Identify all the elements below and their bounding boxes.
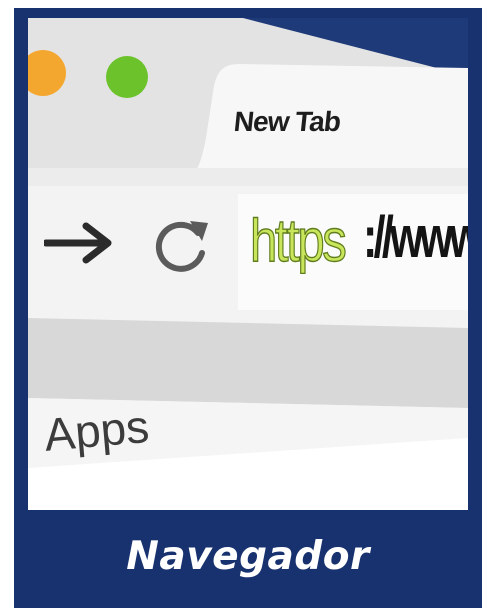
apps-bookmark[interactable]: Apps <box>42 399 151 462</box>
url-scheme: https <box>249 206 347 274</box>
caption-title: Navegador <box>126 534 370 579</box>
tab-strip <box>28 18 468 168</box>
reload-icon[interactable] <box>150 213 214 277</box>
tab-title[interactable]: New Tab <box>232 106 341 138</box>
maximize-window-dot[interactable] <box>106 56 148 98</box>
browser-photo: New Tab https ://www Apps <box>28 18 468 510</box>
url-text: ://www <box>363 205 468 270</box>
forward-arrow-icon[interactable] <box>44 222 116 264</box>
